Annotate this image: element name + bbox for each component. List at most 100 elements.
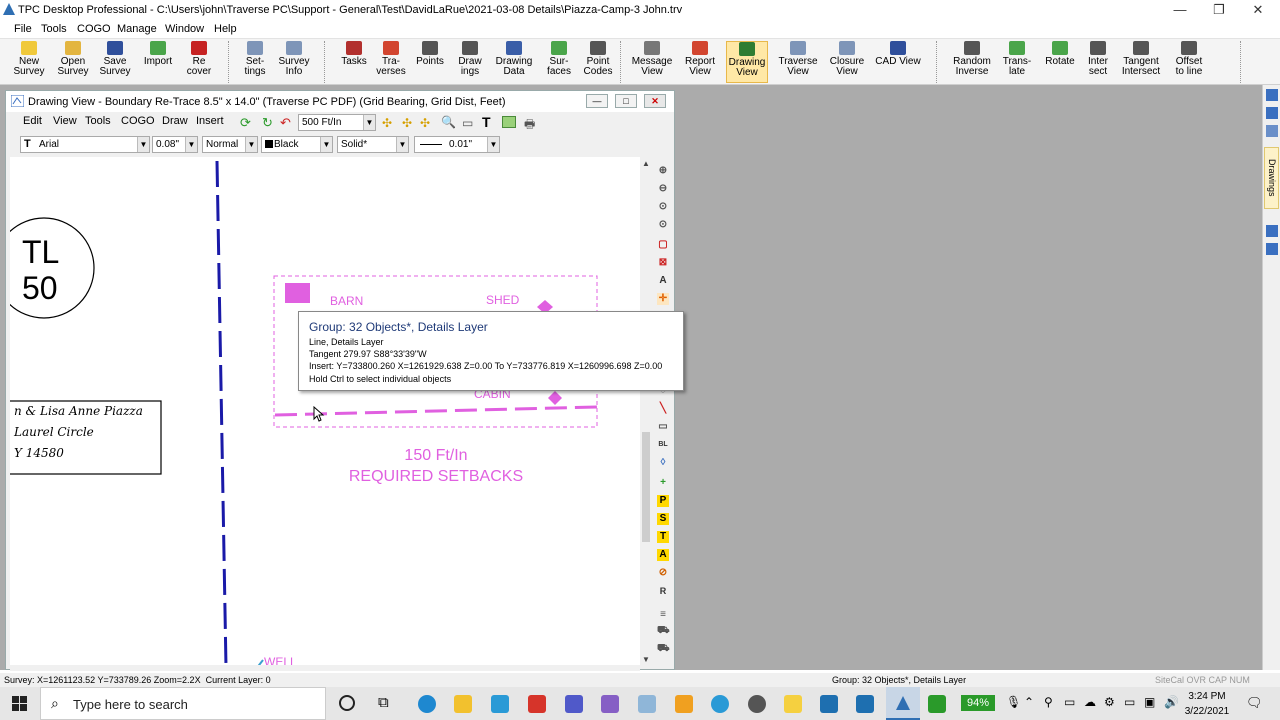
close-button[interactable]: ✕ [1238,0,1278,20]
text-edit-icon[interactable]: A [657,275,669,287]
cortana-icon[interactable] [339,695,355,711]
undo-icon[interactable]: ↶ [280,116,294,130]
line-tool-icon[interactable]: ╲ [657,403,669,415]
layers-icon[interactable]: ≡ [657,609,669,621]
dock-layers-icon[interactable] [1266,107,1278,119]
rotate-button[interactable]: Rotate [1040,41,1080,83]
open-survey-button[interactable]: Open Survey [50,41,96,83]
remote-desktop-icon[interactable] [820,695,838,713]
app-green-icon[interactable] [928,695,946,713]
menu-manage[interactable]: Manage [117,23,157,35]
drawing-menu-draw[interactable]: Draw [162,115,188,127]
picture-icon[interactable] [502,116,516,128]
drawing-minimize-button[interactable]: — [586,94,608,108]
horizontal-scrollbar[interactable] [10,665,640,671]
vertical-scrollbar[interactable]: ▲ ▼ [640,157,652,667]
snap-icon[interactable]: ✣ [382,116,392,130]
office-icon[interactable] [528,695,546,713]
toolbar-grip[interactable] [1240,41,1243,83]
sur-faces-button[interactable]: Sur-faces [540,41,578,83]
taskbar-search-box[interactable]: ⌕ Type here to search [40,687,326,720]
microphone-icon[interactable]: 🎙 [1006,695,1021,709]
network-icon[interactable]: ▣ [1144,695,1155,709]
battery-indicator[interactable]: 94% [961,695,995,711]
people-icon[interactable]: ⚲ [1044,695,1053,709]
zoom-window-icon[interactable]: ⊙ [657,201,669,213]
zoom-in-icon[interactable]: ⊕ [657,165,669,177]
drawings-dock-tab[interactable]: Drawings [1264,147,1279,209]
drawing-view-button[interactable]: Drawing View [726,41,768,83]
display-icon[interactable]: ▭ [1064,695,1075,709]
snap-point-icon[interactable]: ✣ [402,116,412,130]
toolbar-grip[interactable] [324,41,327,83]
chrome-icon[interactable] [748,695,766,713]
symbol-icon[interactable]: S [657,513,669,525]
volume-icon[interactable]: 🔊 [1164,695,1179,709]
tpc-taskbar-button[interactable] [886,687,920,720]
bl-tool-icon[interactable]: BL [657,439,669,451]
menu-cogo[interactable]: COGO [77,23,111,35]
report-view-button[interactable]: Report View [680,41,720,83]
zoom-all-icon[interactable]: ⊠ [657,257,669,269]
scroll-thumb[interactable] [642,432,650,542]
dock-points-icon[interactable] [1266,125,1278,137]
dock-pin-icon[interactable] [1266,89,1278,101]
gear-icon[interactable]: ⚙ [1104,695,1115,709]
line-width-select[interactable]: 0.01" ▼ [414,136,500,153]
task-view-icon[interactable]: ⧉ [378,694,389,711]
app-l-icon[interactable] [491,695,509,713]
cart-icon[interactable]: ⛟ [657,625,670,637]
app-orange-icon[interactable] [675,695,693,713]
toolbar-grip[interactable] [228,41,231,83]
drawing-data-button[interactable]: Drawing Data [492,41,536,83]
skype-icon[interactable] [711,695,729,713]
tools-icon[interactable]: ⛟ [657,643,670,655]
point-label-icon[interactable]: P [657,495,669,507]
rect-tool-icon[interactable]: ▭ [657,421,669,433]
drawing-maximize-button[interactable]: □ [615,94,637,108]
linetype-select[interactable]: Solid* ▼ [337,136,409,153]
scroll-up-icon[interactable]: ▲ [642,159,650,168]
tasks-button[interactable]: Tasks [336,41,372,83]
toolbar-grip[interactable] [936,41,939,83]
drawing-menu-view[interactable]: View [53,115,77,127]
import-button[interactable]: Import [138,41,178,83]
notifications-icon[interactable]: 🗨 [1246,695,1263,711]
scroll-down-icon[interactable]: ▼ [642,655,650,664]
drawing-menu-edit[interactable]: Edit [23,115,42,127]
tangent-intersect-button[interactable]: Tangent Intersect [1118,41,1164,83]
new-survey-button[interactable]: New Survey [6,41,52,83]
edge-icon[interactable] [418,695,436,713]
menu-window[interactable]: Window [165,23,204,35]
text-style-select[interactable]: Normal ▼ [202,136,258,153]
polyline-icon[interactable]: ◊ [657,457,669,469]
traverse-view-button[interactable]: Traverse View [774,41,822,83]
zoom-extents-icon[interactable]: ▢ [657,239,669,251]
chevron-up-icon[interactable]: ⌃ [1024,695,1034,709]
battery-icon[interactable]: ▭ [1124,695,1135,709]
toolbar-grip[interactable] [620,41,623,83]
annotation-icon[interactable]: A [657,549,669,561]
dock-list-icon[interactable] [1266,225,1278,237]
trans-late-button[interactable]: Trans-late [996,41,1038,83]
onedrive-icon[interactable]: ☁ [1084,695,1096,709]
drawing-menu-cogo[interactable]: COGO [121,115,155,127]
closure-view-button[interactable]: Closure View [824,41,870,83]
redraw-icon[interactable]: ↻ [262,116,276,130]
points-button[interactable]: Points [412,41,448,83]
text-label-icon[interactable]: T [657,531,669,543]
draw-ings-button[interactable]: Draw ings [452,41,488,83]
drawing-close-button[interactable]: ✕ [644,94,666,108]
restore-button[interactable]: ❐ [1199,0,1239,20]
zoom-prev-icon[interactable]: ⊙ [657,219,669,231]
re-cover-button[interactable]: Re cover [180,41,218,83]
print-icon[interactable]: 🖶 [524,115,535,136]
survey-info-button[interactable]: Survey Info [274,41,314,83]
set-tings-button[interactable]: Set-tings [236,41,274,83]
font-select[interactable]: T Arial ▼ [20,136,150,153]
file-explorer-icon[interactable] [454,695,472,713]
tra-verses-button[interactable]: Tra-verses [372,41,410,83]
windows-start-icon[interactable] [12,696,27,711]
drawing-canvas[interactable]: TL 50 n & Lisa Anne Piazza Laurel Circle… [10,157,640,667]
regenerate-icon[interactable]: ⟳ [240,116,254,130]
